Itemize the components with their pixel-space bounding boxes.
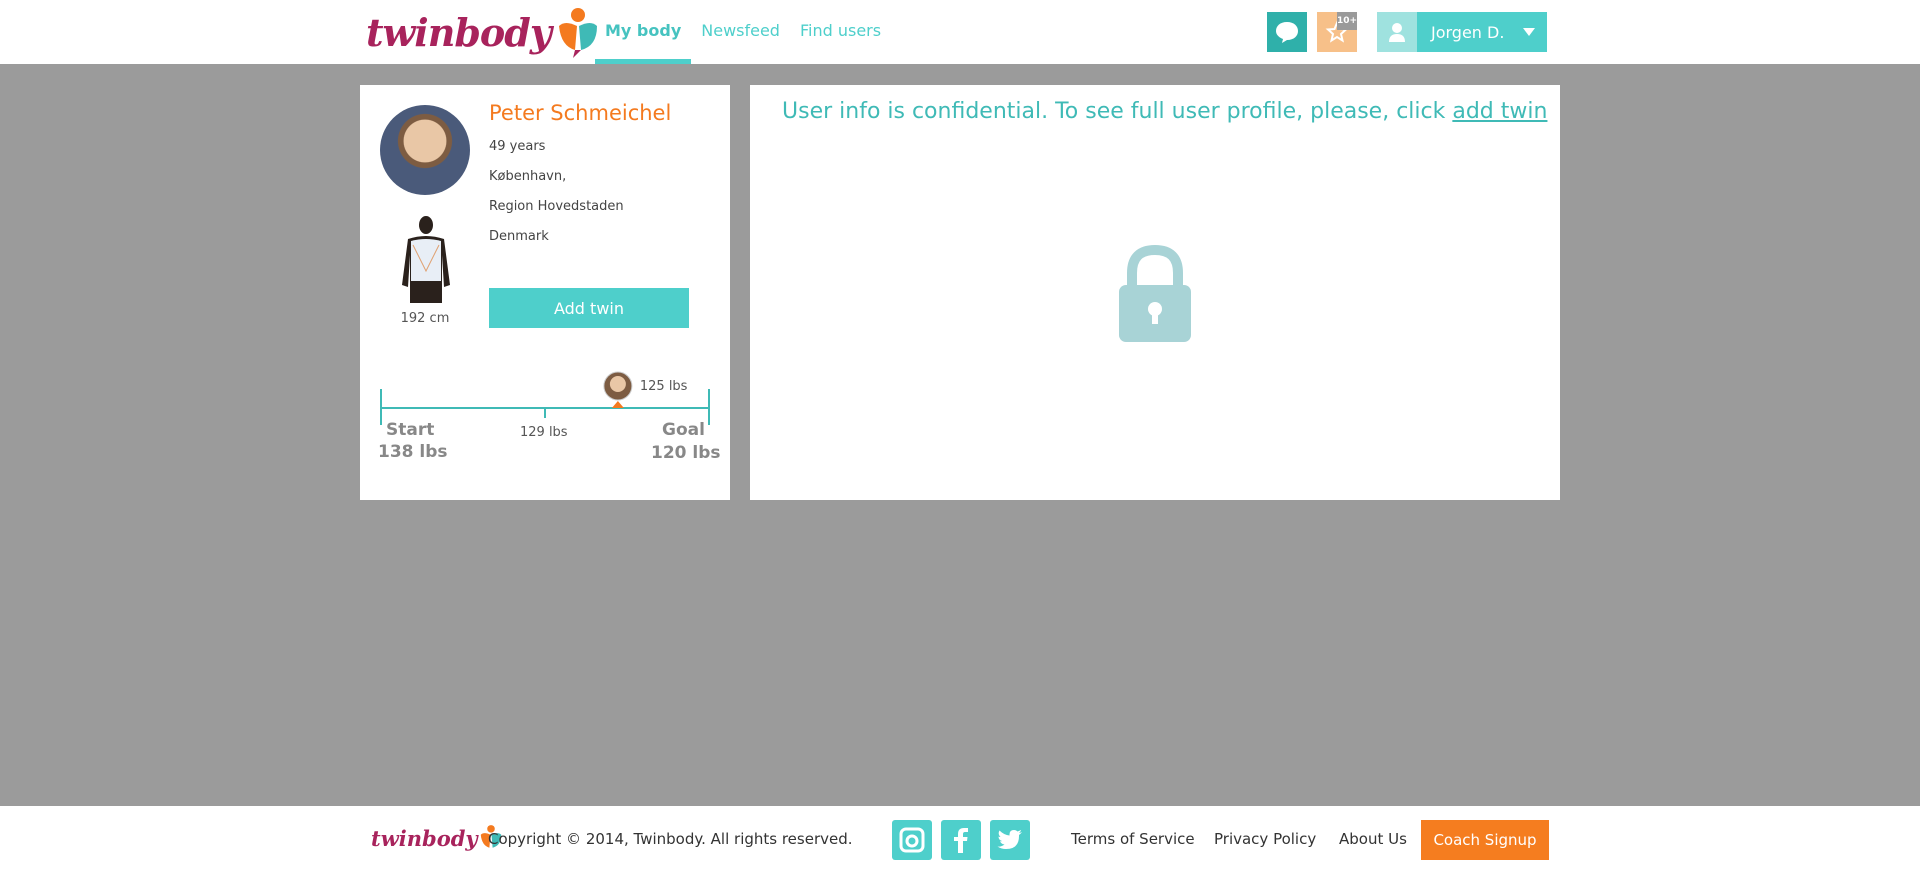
top-navigation-bar: twinbody My body Newsfeed Find users 10+ — [0, 0, 1920, 64]
logo-mark-icon — [558, 8, 597, 58]
main-nav: My body Newsfeed Find users — [595, 0, 891, 64]
user-icon — [1389, 23, 1405, 42]
profile-age: 49 years — [489, 139, 546, 154]
instagram-icon — [899, 827, 925, 853]
twinbody-logo[interactable]: twinbody — [366, 6, 601, 58]
user-name: Jorgen D. — [1431, 22, 1505, 42]
user-menu-dropdown[interactable]: Jorgen D. — [1377, 12, 1547, 52]
copyright-text: Copyright © 2014, Twinbody. All rights r… — [488, 830, 853, 848]
profile-avatar — [380, 105, 470, 195]
twitter-button[interactable] — [990, 820, 1030, 860]
profile-city: København, — [489, 169, 567, 184]
lock-icon — [1119, 245, 1191, 342]
profile-card: 192 cm Peter Schmeichel 49 years Københa… — [360, 85, 730, 500]
coach-signup-button[interactable]: Coach Signup — [1421, 820, 1549, 860]
nav-find-users[interactable]: Find users — [790, 0, 891, 64]
privacy-policy-link[interactable]: Privacy Policy — [1214, 830, 1316, 848]
add-twin-link[interactable]: add twin — [1452, 99, 1547, 124]
nav-my-body[interactable]: My body — [595, 0, 692, 64]
facebook-icon — [954, 828, 968, 853]
chat-bubble-icon — [1276, 22, 1298, 43]
scale-current-value: 125 lbs — [639, 379, 688, 394]
terms-of-service-link[interactable]: Terms of Service — [1071, 830, 1195, 848]
messages-button[interactable] — [1267, 12, 1307, 52]
scale-goal-label: Goal — [662, 420, 705, 440]
scale-goal-value: 120 lbs — [651, 443, 721, 463]
footer-logo-text: twinbody — [371, 825, 478, 851]
logo-text: twinbody — [366, 9, 552, 55]
twitter-icon — [997, 830, 1022, 849]
profile-country: Denmark — [489, 229, 549, 244]
scale-start-label: Start — [386, 420, 435, 440]
scale-mid-value: 129 lbs — [520, 425, 568, 440]
confidential-message: User info is confidential. To see full u… — [782, 99, 1547, 124]
notifications-button[interactable]: 10+ — [1317, 12, 1357, 52]
instagram-button[interactable] — [892, 820, 932, 860]
profile-name: Peter Schmeichel — [489, 101, 672, 125]
add-twin-button[interactable]: Add twin — [489, 288, 689, 328]
facebook-button[interactable] — [941, 820, 981, 860]
confidential-message-text: User info is confidential. To see full u… — [782, 99, 1446, 124]
about-us-link[interactable]: About Us — [1339, 830, 1407, 848]
footer-logo[interactable]: twinbody — [371, 824, 504, 852]
notifications-badge: 10+ — [1337, 12, 1357, 30]
confidential-info-card: User info is confidential. To see full u… — [750, 85, 1560, 500]
nav-newsfeed[interactable]: Newsfeed — [691, 0, 790, 64]
weight-progress-scale: Start 138 lbs 129 lbs 125 lbs Goal 120 l… — [360, 365, 730, 495]
profile-region: Region Hovedstaden — [489, 199, 624, 214]
chevron-down-icon — [1523, 28, 1535, 36]
body-silhouette-icon — [402, 216, 450, 303]
user-avatar — [1377, 12, 1417, 52]
footer: twinbody Copyright © 2014, Twinbody. All… — [0, 806, 1920, 872]
height-label: 192 cm — [400, 311, 450, 326]
scale-start-value: 138 lbs — [378, 442, 448, 462]
